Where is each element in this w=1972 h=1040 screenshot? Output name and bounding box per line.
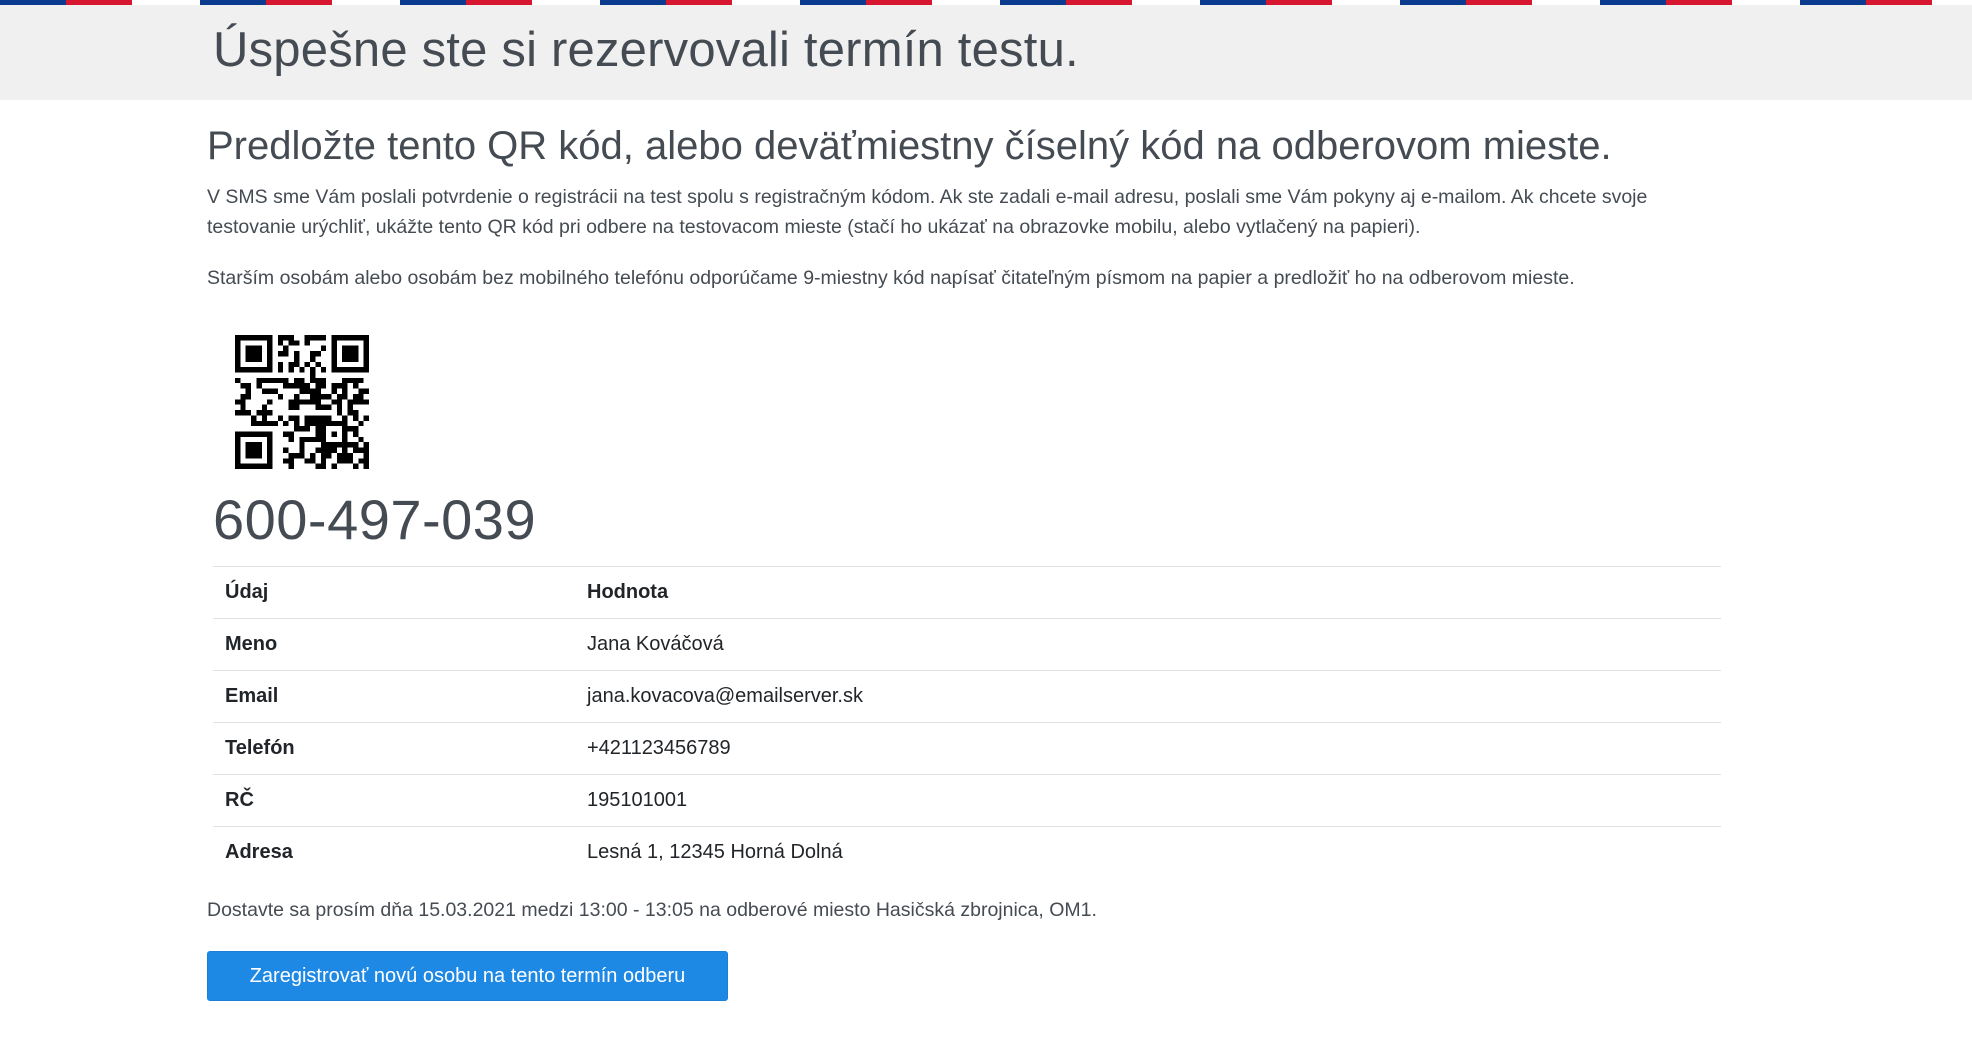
row-value: +421123456789 xyxy=(587,737,731,759)
row-value: 195101001 xyxy=(587,789,688,811)
row-value: Jana Kováčová xyxy=(587,633,724,655)
row-key: Adresa xyxy=(225,841,293,864)
register-new-person-button[interactable]: Zaregistrovať novú osobu na tento termín… xyxy=(207,951,728,1001)
instructions-heading: Predložte tento QR kód, alebo deväťmiest… xyxy=(207,124,1612,168)
row-key: RČ xyxy=(225,789,254,811)
column-header-field: Údaj xyxy=(225,581,269,603)
page-title: Úspešne ste si rezervovali termín testu. xyxy=(213,23,1079,77)
appointment-info: Dostavte sa prosím dňa 15.03.2021 medzi … xyxy=(207,899,1097,921)
qr-code-icon xyxy=(235,335,369,469)
row-key: Meno xyxy=(225,633,278,655)
table-row-address: Adresa Lesná 1, 12345 Horná Dolná xyxy=(213,826,1721,879)
registration-details-table: Údaj Hodnota Meno Jana Kováčová Email ja… xyxy=(213,566,1721,879)
table-header-row: Údaj Hodnota xyxy=(213,566,1721,619)
table-row-name: Meno Jana Kováčová xyxy=(213,618,1721,671)
success-banner: Úspešne ste si rezervovali termín testu. xyxy=(0,5,1972,100)
sms-confirmation-text: V SMS sme Vám poslali potvrdenie o regis… xyxy=(207,186,1648,238)
row-key: Email xyxy=(225,685,279,707)
row-value: Lesná 1, 12345 Horná Dolná xyxy=(587,841,843,864)
elderly-instructions-text: Starším osobám alebo osobám bez mobilnéh… xyxy=(207,267,1575,289)
row-value: jana.kovacova@emailserver.sk xyxy=(587,685,863,707)
table-row-phone: Telefón +421123456789 xyxy=(213,722,1721,775)
table-row-email: Email jana.kovacova@emailserver.sk xyxy=(213,670,1721,723)
column-header-value: Hodnota xyxy=(587,581,669,603)
table-row-birth-number: RČ 195101001 xyxy=(213,774,1721,827)
row-key: Telefón xyxy=(225,737,295,759)
registration-code: 600-497-039 xyxy=(213,488,537,551)
